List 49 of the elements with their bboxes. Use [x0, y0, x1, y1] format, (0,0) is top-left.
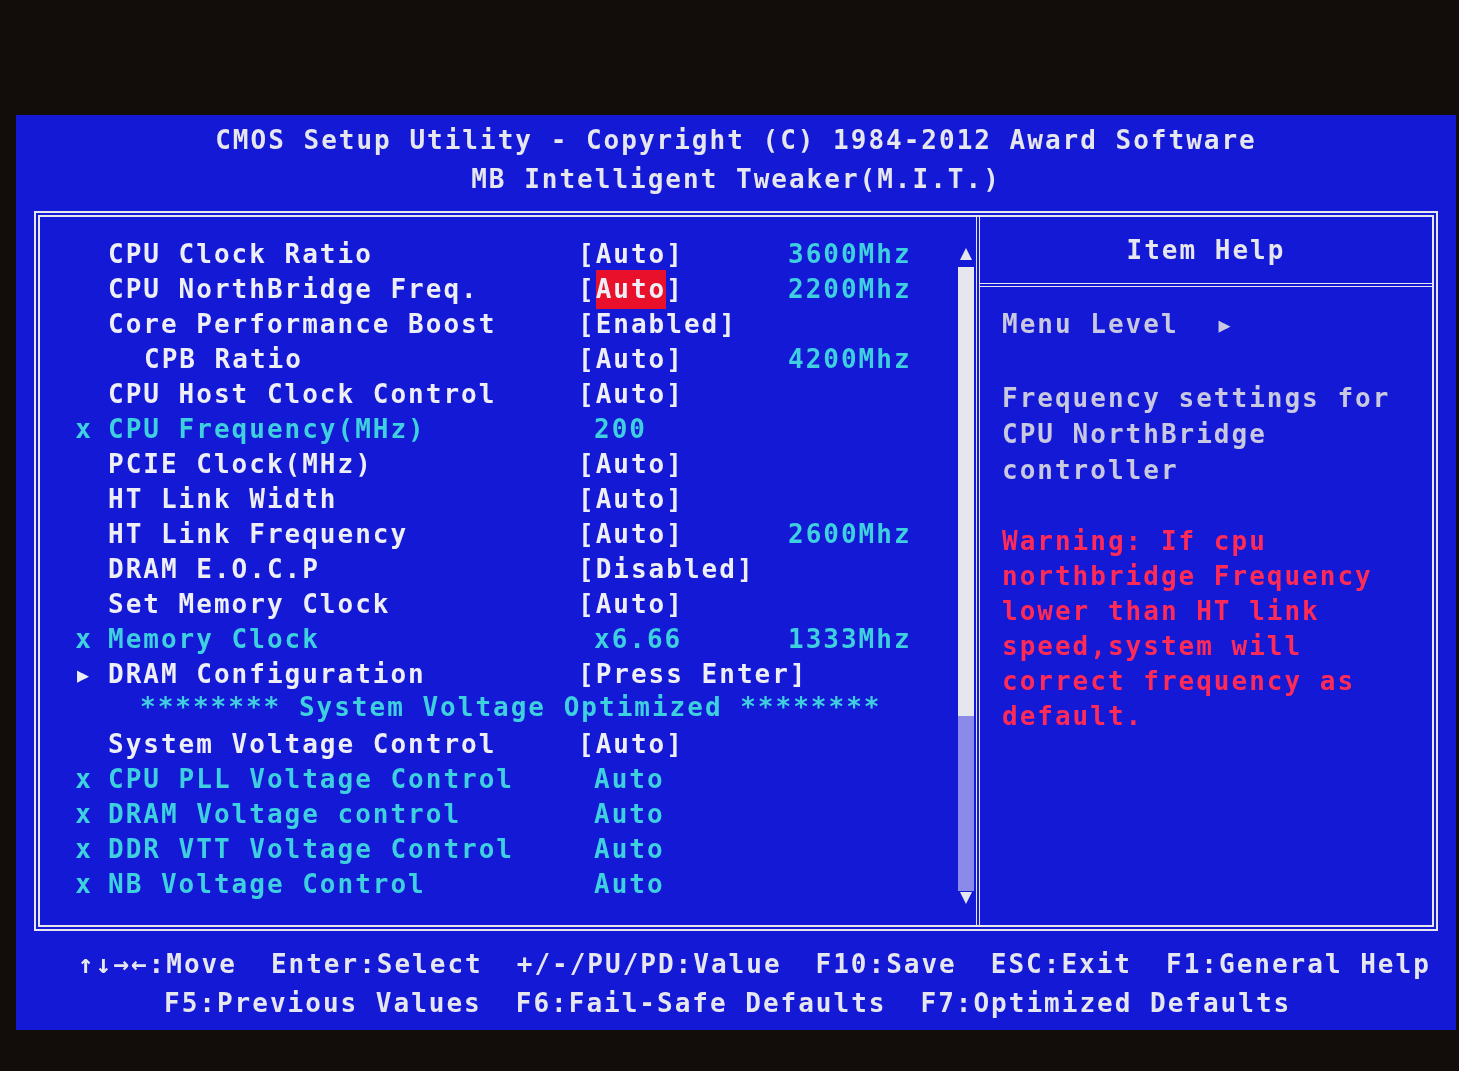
- frequency-reading: 1333Mhz: [788, 624, 912, 654]
- scroll-up-icon: [959, 247, 973, 261]
- setting-label[interactable]: DRAM Configuration: [108, 659, 426, 689]
- locked-marker: x: [75, 413, 93, 446]
- setting-label[interactable]: CPU NorthBridge Freq.: [108, 274, 479, 304]
- menu-level-label: Menu Level: [1002, 308, 1179, 341]
- setting-label[interactable]: CPU Frequency(MHz): [108, 414, 426, 444]
- frequency-reading: 2200Mhz: [788, 274, 912, 304]
- setting-label[interactable]: Memory Clock: [108, 624, 320, 654]
- key-hint: F6:Fail-Safe Defaults: [515, 987, 887, 1020]
- key-hint: F5:Previous Values: [164, 987, 482, 1020]
- frequency-reading: 3600Mhz: [788, 239, 912, 269]
- setting-label[interactable]: CPU PLL Voltage Control: [108, 764, 515, 794]
- frequency-reading: 2600Mhz: [788, 519, 912, 549]
- setting-label[interactable]: Core Performance Boost: [108, 309, 497, 339]
- locked-marker: x: [75, 833, 93, 866]
- locked-marker: x: [75, 623, 93, 656]
- help-text: Frequency settings for CPU NorthBridge controller: [1002, 382, 1392, 487]
- key-hint: Enter:Select: [270, 948, 483, 981]
- setting-label[interactable]: HT Link Frequency: [108, 519, 409, 549]
- setting-label[interactable]: PCIE Clock(MHz): [108, 449, 373, 479]
- setting-label[interactable]: CPU Clock Ratio: [108, 239, 373, 269]
- setting-value[interactable]: [Auto]: [578, 235, 684, 274]
- setting-label[interactable]: CPU Host Clock Control: [108, 379, 497, 409]
- submenu-arrow: ▶: [76, 661, 91, 689]
- key-hint: ↑↓→←:Move: [78, 948, 237, 981]
- locked-marker: x: [75, 763, 93, 796]
- utility-title: CMOS Setup Utility - Copyright (C) 1984-2012 Award Software: [215, 124, 1257, 157]
- page-title: MB Intelligent Tweaker(M.I.T.): [471, 163, 1001, 196]
- key-hint: F10:Save: [815, 948, 957, 981]
- setting-label[interactable]: DRAM Voltage control: [108, 799, 462, 829]
- setting-label[interactable]: NB Voltage Control: [108, 869, 426, 899]
- setting-label[interactable]: Set Memory Clock: [108, 589, 391, 619]
- section-heading: ******** System Voltage Optimized ********: [140, 691, 882, 724]
- key-hint: ESC:Exit: [990, 948, 1132, 981]
- setting-label[interactable]: DRAM E.O.C.P: [108, 554, 320, 584]
- locked-marker: x: [75, 868, 93, 901]
- locked-marker: x: [75, 798, 93, 831]
- setting-label[interactable]: System Voltage Control: [108, 729, 497, 759]
- frequency-reading: 4200Mhz: [788, 344, 912, 374]
- setting-label[interactable]: HT Link Width: [108, 484, 338, 514]
- key-hint: +/-/PU/PD:Value: [516, 948, 782, 981]
- warning-text: Warning: If cpu northbridge Frequency lower than HT link speed,system will correct frequency as default.: [1002, 525, 1374, 733]
- key-hint: F7:Optimized Defaults: [920, 987, 1292, 1020]
- key-hint: F1:General Help: [1166, 948, 1431, 981]
- setting-label[interactable]: CPB Ratio: [144, 344, 303, 374]
- setting-label[interactable]: DDR VTT Voltage Control: [108, 834, 515, 864]
- help-title: Item Help: [1126, 233, 1286, 267]
- menu-level-arrow: ▶: [1218, 311, 1233, 339]
